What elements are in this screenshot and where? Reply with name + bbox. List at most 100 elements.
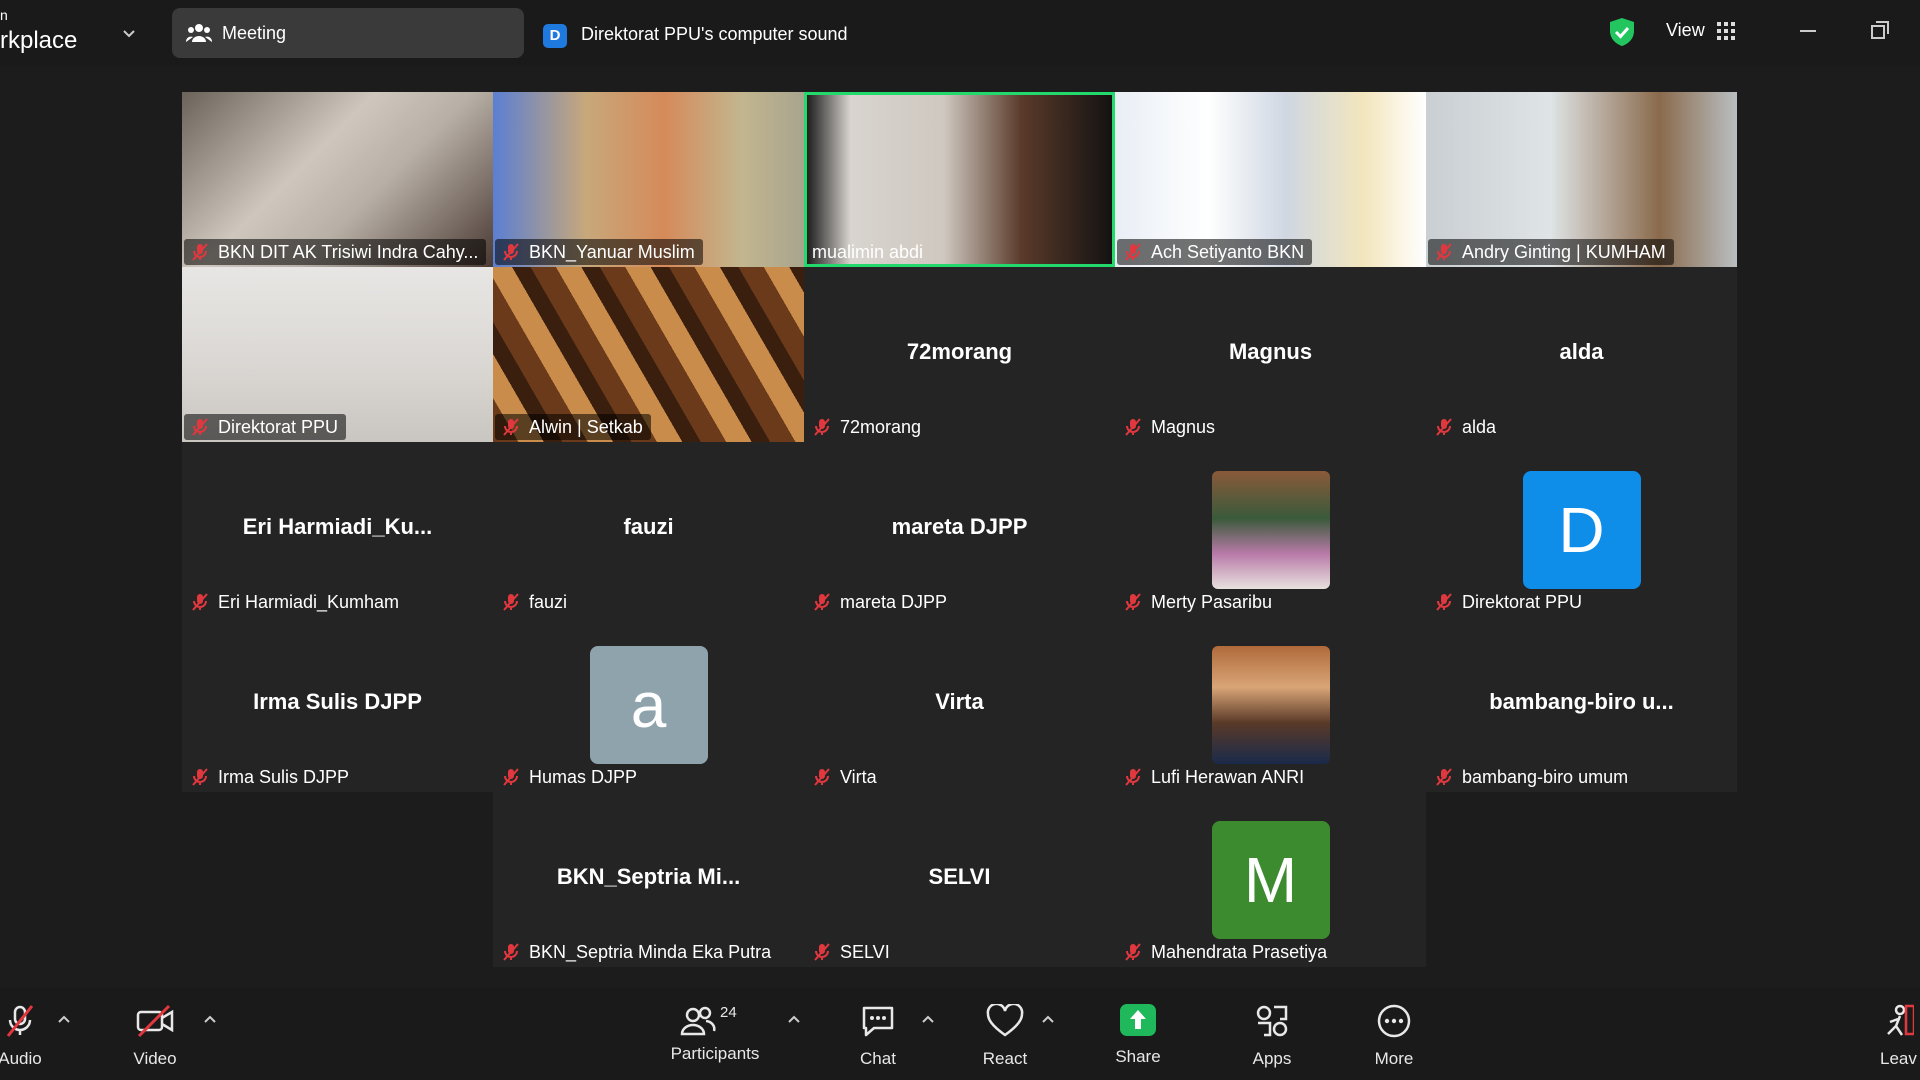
mic-muted-icon — [192, 418, 208, 436]
participant-name: Alwin | Setkab — [529, 416, 643, 437]
heart-icon — [986, 1002, 1024, 1037]
participant-tile[interactable]: BKN_Yanuar Muslim — [493, 92, 804, 267]
participant-name: Eri Harmiadi_Kumham — [218, 591, 400, 612]
apps-button[interactable]: Apps — [1245, 1004, 1299, 1069]
participant-nameplate: Andry Ginting | KUMHAM — [1428, 239, 1674, 265]
brand-line1: n — [0, 7, 8, 23]
chevron-up-icon[interactable] — [1041, 1014, 1055, 1024]
participant-tile[interactable]: Eri Harmiadi_Ku... Eri Harmiadi_Kumham — [182, 442, 493, 617]
view-button[interactable]: View — [1666, 20, 1705, 41]
leave-button[interactable]: Leav — [1880, 1004, 1920, 1069]
participant-name: mualimin abdi — [812, 241, 924, 262]
audio-button[interactable]: Audio — [0, 1004, 48, 1069]
participant-name: Mahendrata Prasetiya — [1151, 941, 1328, 962]
participant-tile[interactable]: Irma Sulis DJPP Irma Sulis DJPP — [182, 617, 493, 792]
chevron-up-icon[interactable] — [921, 1014, 935, 1024]
participant-nameplate: Irma Sulis DJPP — [184, 764, 357, 790]
participant-tile[interactable]: Merty Pasaribu — [1115, 442, 1426, 617]
meeting-people-icon — [186, 24, 212, 42]
more-button[interactable]: More — [1366, 1004, 1422, 1069]
participant-tile[interactable]: fauzi fauzi — [493, 442, 804, 617]
participant-tile[interactable]: Magnus Magnus — [1115, 267, 1426, 442]
participants-button[interactable]: 24 Participants — [664, 1004, 766, 1064]
mic-muted-icon — [1125, 593, 1141, 611]
more-icon — [1377, 1004, 1411, 1038]
participant-tile[interactable]: D Direktorat PPU — [1426, 442, 1737, 617]
participant-tile[interactable]: BKN_Septria Mi... BKN_Septria Minda Eka … — [493, 792, 804, 967]
mic-muted-icon — [192, 243, 208, 261]
participant-display-name: SELVI — [928, 864, 991, 889]
profile-photo — [1211, 645, 1330, 764]
participant-nameplate: fauzi — [495, 589, 575, 615]
participant-tile[interactable]: Andry Ginting | KUMHAM — [1426, 92, 1737, 267]
participant-tile[interactable]: bambang-biro u... bambang-biro umum — [1426, 617, 1737, 792]
participant-name: alda — [1462, 416, 1497, 437]
restore-window-icon[interactable] — [1870, 20, 1890, 40]
mic-muted-icon — [6, 1005, 34, 1037]
participant-nameplate: Eri Harmiadi_Kumham — [184, 589, 407, 615]
participant-nameplate: Virta — [806, 764, 885, 790]
participant-tile[interactable]: BKN DIT AK Trisiwi Indra Cahy... — [182, 92, 493, 267]
chat-button[interactable]: Chat — [851, 1004, 905, 1069]
meeting-toolbar: Audio Video 24 Participants Chat React S… — [0, 988, 1920, 1080]
participant-name: Ach Setiyanto BKN — [1151, 241, 1305, 262]
share-screen-icon — [1120, 1004, 1156, 1036]
leave-icon — [1887, 1004, 1916, 1036]
chat-label: Chat — [860, 1049, 896, 1068]
participant-nameplate: Direktorat PPU — [184, 414, 347, 440]
participant-tile[interactable]: Direktorat PPU — [182, 267, 493, 442]
participant-nameplate: BKN_Yanuar Muslim — [495, 239, 703, 265]
grid-icon[interactable] — [1717, 22, 1735, 40]
participant-nameplate: mualimin abdi — [806, 239, 931, 265]
participant-name: Direktorat PPU — [218, 416, 339, 437]
participant-tile[interactable]: Lufi Herawan ANRI — [1115, 617, 1426, 792]
participant-tile[interactable]: a Humas DJPP — [493, 617, 804, 792]
participant-nameplate: Direktorat PPU — [1428, 589, 1590, 615]
participant-nameplate: BKN_Septria Minda Eka Putra — [495, 939, 779, 965]
chevron-up-icon[interactable] — [203, 1014, 217, 1024]
participant-name: BKN_Septria Minda Eka Putra — [529, 941, 772, 962]
participant-tile[interactable]: mareta DJPP mareta DJPP — [804, 442, 1115, 617]
video-button[interactable]: Video — [125, 1004, 185, 1069]
sound-source-label: Direktorat PPU's computer sound — [581, 24, 848, 44]
participant-name: Andry Ginting | KUMHAM — [1462, 241, 1666, 262]
participant-tile[interactable]: Ach Setiyanto BKN — [1115, 92, 1426, 267]
brand-line2: rkplace — [0, 27, 78, 54]
participant-display-name: BKN_Septria Mi... — [556, 864, 741, 889]
sound-source-badge: D — [543, 24, 567, 48]
share-button[interactable]: Share — [1110, 1004, 1166, 1067]
mic-muted-icon — [1436, 243, 1452, 261]
chevron-up-icon[interactable] — [57, 1014, 71, 1024]
chevron-up-icon[interactable] — [787, 1014, 801, 1024]
mic-muted-icon — [503, 593, 519, 611]
participant-tile-active-speaker[interactable]: mualimin abdi — [804, 92, 1115, 267]
participant-name: BKN_Yanuar Muslim — [529, 241, 695, 262]
participant-nameplate: Humas DJPP — [495, 764, 645, 790]
avatar: D — [1522, 470, 1641, 589]
participant-name: BKN DIT AK Trisiwi Indra Cahy... — [218, 241, 479, 262]
participant-tile[interactable]: Virta Virta — [804, 617, 1115, 792]
minimize-window-button[interactable] — [1800, 30, 1816, 32]
participant-name: Direktorat PPU — [1462, 591, 1583, 612]
participant-nameplate: BKN DIT AK Trisiwi Indra Cahy... — [184, 239, 487, 265]
shield-check-icon[interactable] — [1608, 17, 1636, 47]
participant-nameplate: SELVI — [806, 939, 898, 965]
participant-tile[interactable]: SELVI SELVI — [804, 792, 1115, 967]
chevron-down-icon[interactable] — [120, 24, 138, 42]
participant-display-name: 72morang — [906, 339, 1013, 364]
participant-tile[interactable]: Alwin | Setkab — [493, 267, 804, 442]
participant-nameplate: bambang-biro umum — [1428, 764, 1636, 790]
participant-tile[interactable]: 72morang 72morang — [804, 267, 1115, 442]
mic-muted-icon — [192, 593, 208, 611]
share-label: Share — [1115, 1047, 1161, 1066]
participant-name: Virta — [840, 766, 877, 787]
mic-muted-icon — [1436, 768, 1452, 786]
meeting-info-button[interactable]: Meeting — [172, 8, 524, 58]
mic-muted-icon — [503, 943, 519, 961]
mic-muted-icon — [814, 943, 830, 961]
participant-tile[interactable]: alda alda — [1426, 267, 1737, 442]
apps-icon — [1256, 1005, 1288, 1037]
participants-label: Participants — [670, 1044, 760, 1063]
participant-tile[interactable]: M Mahendrata Prasetiya — [1115, 792, 1426, 967]
react-button[interactable]: React — [977, 1002, 1033, 1069]
